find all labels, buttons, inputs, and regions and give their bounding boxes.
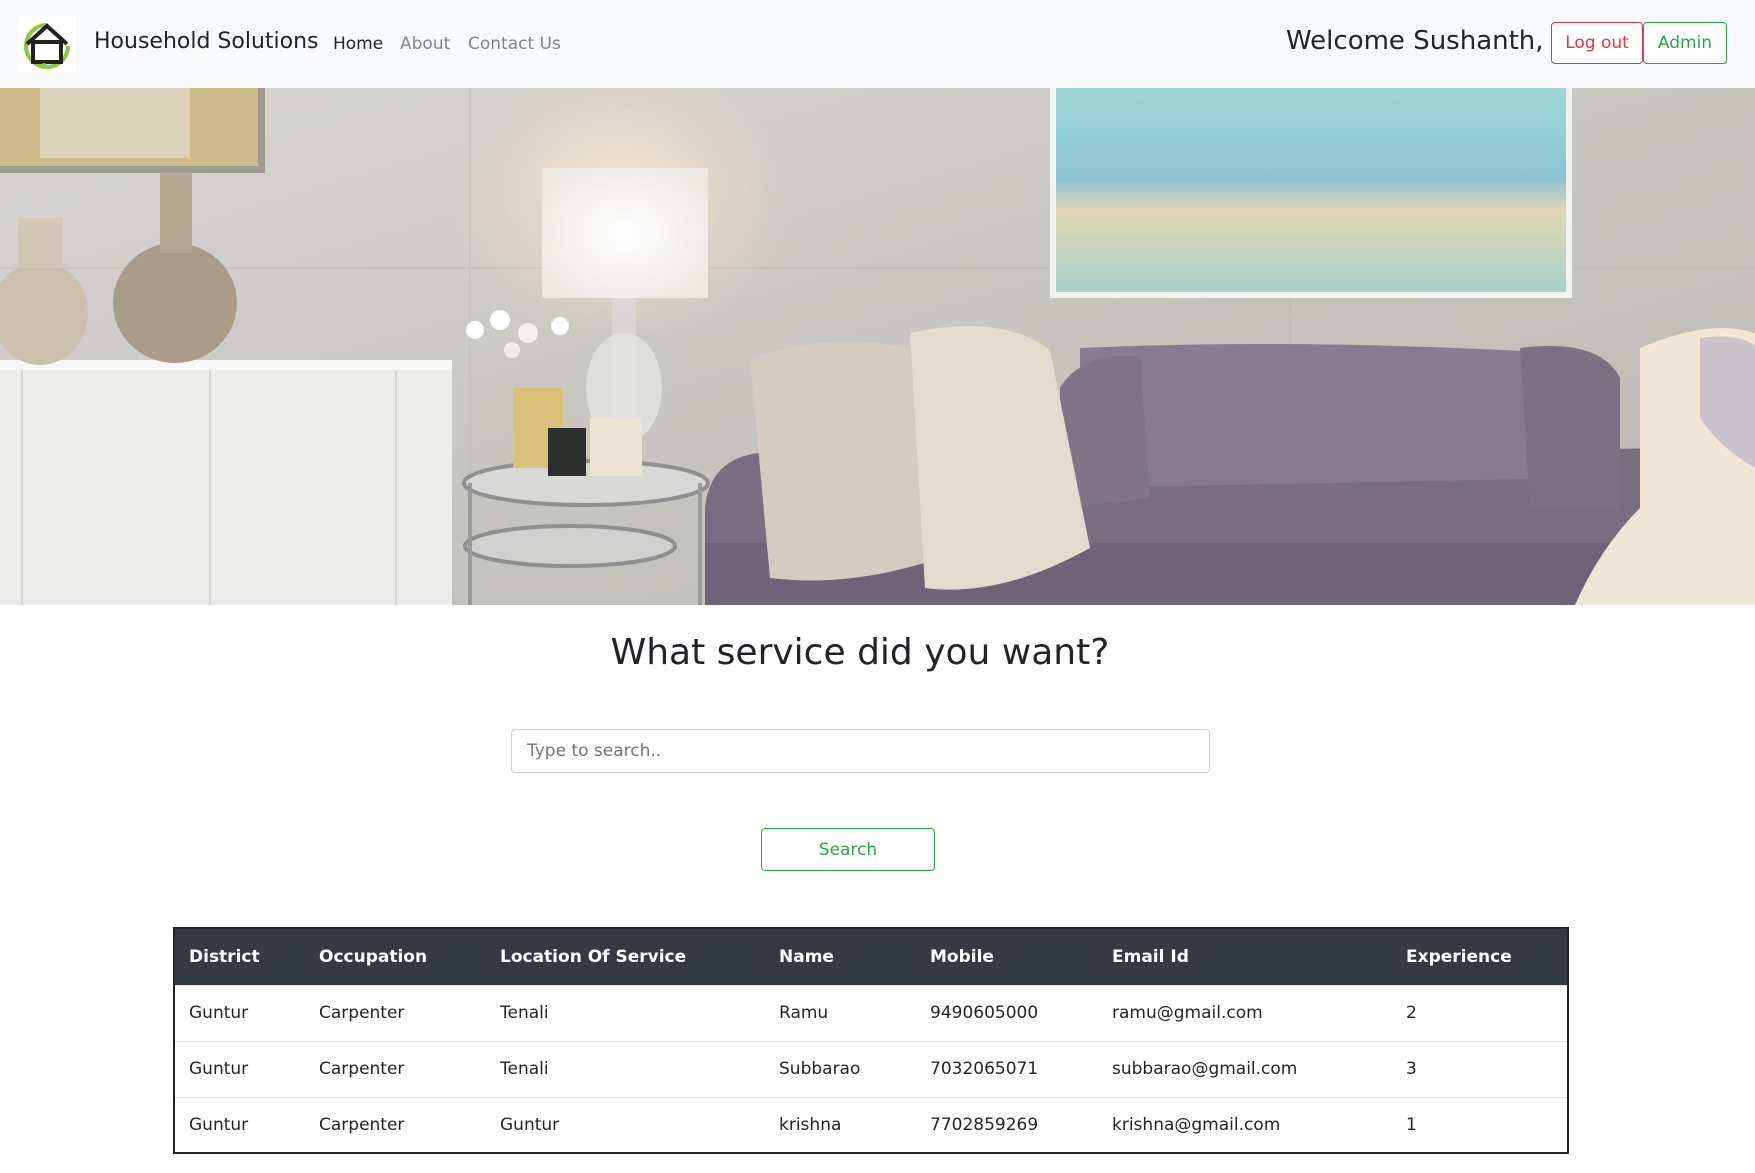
search-button[interactable]: Search: [761, 828, 935, 871]
nav-contact-link[interactable]: Contact Us: [468, 34, 561, 54]
cell-district: Guntur: [175, 1096, 305, 1153]
navbar: Household Solutions Home About Contact U…: [0, 0, 1755, 88]
cell-location: Guntur: [486, 1096, 765, 1153]
cell-district: Guntur: [175, 1040, 305, 1097]
cell-email: subbarao@gmail.com: [1098, 1040, 1392, 1097]
welcome-text: Welcome Sushanth,: [1286, 26, 1544, 56]
cell-name: Ramu: [765, 984, 916, 1041]
admin-button[interactable]: Admin: [1643, 22, 1727, 64]
cell-mobile: 9490605000: [916, 984, 1098, 1041]
cell-email: ramu@gmail.com: [1098, 984, 1392, 1041]
cell-location: Tenali: [486, 1040, 765, 1097]
column-header-occupation: Occupation: [319, 946, 428, 967]
cell-experience: 2: [1392, 984, 1567, 1041]
search-input[interactable]: [511, 729, 1210, 773]
column-header-location: Location Of Service: [500, 946, 687, 967]
column-header-experience: Experience: [1406, 946, 1512, 967]
table-row: Guntur Carpenter Tenali Ramu 9490605000 …: [175, 984, 1567, 1041]
table-row: Guntur Carpenter Tenali Subbarao 7032065…: [175, 1040, 1567, 1097]
cell-experience: 1: [1392, 1096, 1567, 1153]
column-header-email: Email Id: [1112, 946, 1189, 967]
table-header-row: District Occupation Location Of Service …: [175, 929, 1567, 985]
cell-name: krishna: [765, 1096, 916, 1153]
page-heading: What service did you want?: [610, 632, 1110, 673]
services-table: District Occupation Location Of Service …: [173, 927, 1569, 1154]
table-row: Guntur Carpenter Guntur krishna 77028592…: [175, 1096, 1567, 1153]
cell-location: Tenali: [486, 984, 765, 1041]
cell-email: krishna@gmail.com: [1098, 1096, 1392, 1153]
cell-mobile: 7702859269: [916, 1096, 1098, 1153]
cell-district: Guntur: [175, 984, 305, 1041]
house-logo-icon[interactable]: [18, 16, 76, 72]
cell-occupation: Carpenter: [305, 1096, 486, 1153]
logout-button[interactable]: Log out: [1551, 22, 1643, 64]
cell-occupation: Carpenter: [305, 1040, 486, 1097]
brand-name[interactable]: Household Solutions: [94, 29, 319, 54]
cell-mobile: 7032065071: [916, 1040, 1098, 1097]
cell-occupation: Carpenter: [305, 984, 486, 1041]
nav-home-link[interactable]: Home: [333, 34, 383, 54]
cell-experience: 3: [1392, 1040, 1567, 1097]
column-header-name: Name: [779, 946, 834, 967]
column-header-district: District: [189, 946, 260, 967]
hero-image: [0, 88, 1755, 605]
cell-name: Subbarao: [765, 1040, 916, 1097]
column-header-mobile: Mobile: [930, 946, 994, 967]
nav-about-link[interactable]: About: [400, 34, 450, 54]
